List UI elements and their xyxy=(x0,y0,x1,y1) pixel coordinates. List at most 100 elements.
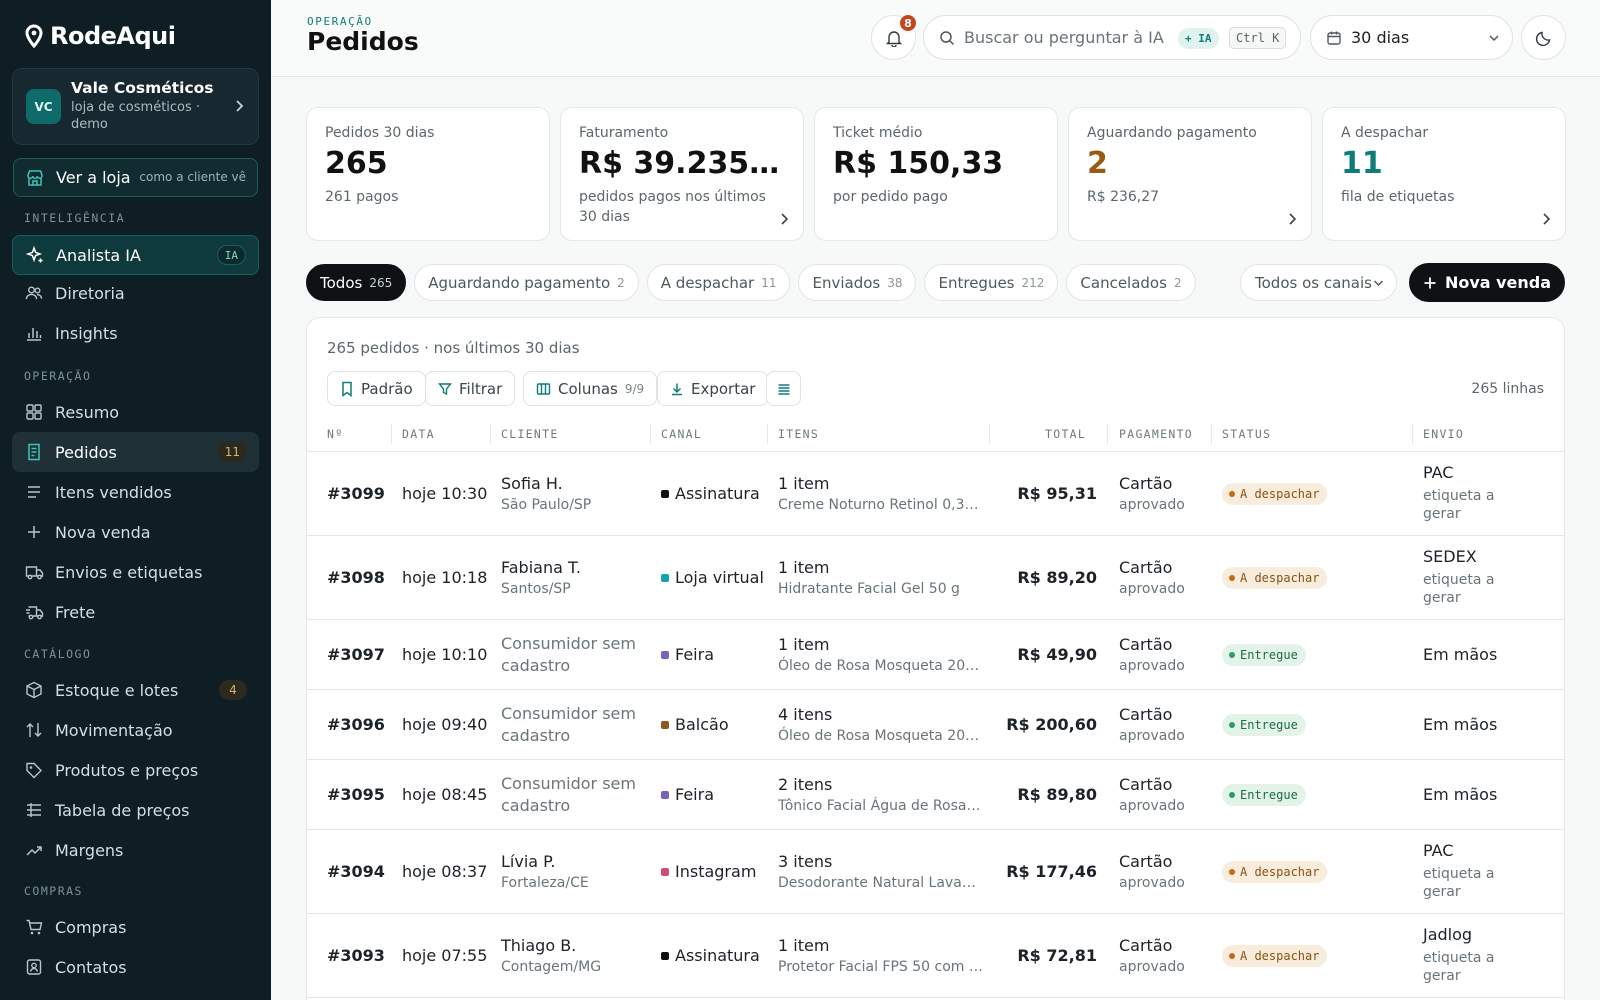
order-id[interactable]: #3094 xyxy=(327,861,385,883)
sidebar-item-analista-ia[interactable]: Analista IA IA xyxy=(12,235,259,275)
pedidos-count-badge: 11 xyxy=(217,442,247,462)
order-id[interactable]: #3093 xyxy=(327,945,385,967)
col-header-data[interactable]: DATA xyxy=(402,427,435,441)
shipping-cell: Jadlog etiqueta a gerar xyxy=(1423,924,1513,985)
col-header-canal[interactable]: CANAL xyxy=(661,427,702,441)
search-input[interactable]: Buscar ou perguntar à IA + IA Ctrl K xyxy=(923,15,1301,60)
kpi-value: R$ 150,33 xyxy=(833,146,1004,181)
store-switcher[interactable]: VC Vale Cosméticos loja de cosméticos · … xyxy=(12,68,259,145)
preset-button[interactable]: Padrão xyxy=(327,371,426,406)
sidebar-item-pedidos[interactable]: Pedidos 11 xyxy=(12,432,259,472)
order-id[interactable]: #3097 xyxy=(327,644,385,666)
brand-logo[interactable]: RodeAqui xyxy=(24,22,176,50)
store-avatar: VC xyxy=(26,89,61,124)
items-desc: Protetor Facial FPS 50 com c… xyxy=(778,959,983,975)
shipping-method: Jadlog xyxy=(1423,925,1473,944)
order-date: hoje 10:18 xyxy=(402,568,488,587)
status-dot xyxy=(1229,869,1235,875)
tab-a-despachar[interactable]: A despachar 11 xyxy=(646,264,791,301)
chevron-right-icon xyxy=(1287,212,1297,226)
ia-badge: IA xyxy=(216,245,246,265)
order-id[interactable]: #3096 xyxy=(327,714,385,736)
tab-aguardando-pagamento[interactable]: Aguardando pagamento 2 xyxy=(414,264,639,301)
payment-cell: Cartão aprovado xyxy=(1119,851,1209,893)
channel-filter-select[interactable]: Todos os canais xyxy=(1240,264,1397,301)
table-row[interactable]: #3095 hoje 08:45 Consumidor sem cadastro Fe… xyxy=(307,760,1564,830)
sidebar-item-produtos[interactable]: Produtos e preços xyxy=(12,750,259,790)
sidebar-item-movimentacao[interactable]: Movimentação xyxy=(12,710,259,750)
plus-icon xyxy=(1423,276,1437,290)
columns-button[interactable]: Colunas 9/9 xyxy=(523,371,658,406)
chevron-down-icon xyxy=(1373,280,1384,287)
sidebar-item-insights[interactable]: Insights xyxy=(12,313,259,353)
sidebar-item-itens-vendidos[interactable]: Itens vendidos xyxy=(12,472,259,512)
grid-icon xyxy=(12,403,54,421)
orders-panel: 265 pedidos · nos últimos 30 dias Padrão… xyxy=(306,317,1565,1000)
col-header-pagamento[interactable]: PAGAMENTO xyxy=(1119,427,1193,441)
notifications-button[interactable]: 8 xyxy=(871,13,918,60)
shipping-status: etiqueta a gerar xyxy=(1423,488,1495,522)
order-id[interactable]: #3095 xyxy=(327,784,385,806)
shipping-cell: PAC etiqueta a gerar xyxy=(1423,840,1513,901)
table-row[interactable]: #3093 hoje 07:55 Thiago B. Contagem/MG Assin… xyxy=(307,914,1564,998)
sidebar-item-contatos[interactable]: Contatos xyxy=(12,947,259,987)
table-row[interactable]: #3096 hoje 09:40 Consumidor sem cadastro Ba… xyxy=(307,690,1564,760)
table-row[interactable]: #3099 hoje 10:30 Sofia H. São Paulo/SP Assin… xyxy=(307,452,1564,536)
sidebar: RodeAqui VC Vale Cosméticos loja de cosm… xyxy=(0,0,271,1000)
kpi-card-faturamento[interactable]: Faturamento R$ 39.235,… pedidos pagos no… xyxy=(560,107,804,241)
theme-toggle-button[interactable] xyxy=(1521,15,1566,60)
items-cell: 1 item Óleo de Rosa Mosqueta 20 ml xyxy=(778,634,983,676)
col-divider xyxy=(767,424,768,444)
col-header-itens[interactable]: ITENS xyxy=(778,427,819,441)
see-shop-button[interactable]: Ver a loja como a cliente vê xyxy=(13,158,258,197)
chevron-right-icon xyxy=(234,99,244,113)
client-name: Sofia H. xyxy=(501,474,563,493)
sidebar-item-nova-venda[interactable]: Nova venda xyxy=(12,512,259,552)
sidebar-item-margens[interactable]: Margens xyxy=(12,830,259,870)
kpi-card-despachar[interactable]: A despachar 11 fila de etiquetas xyxy=(1322,107,1566,241)
table-row[interactable]: #3094 hoje 08:37 Lívia P. Fortaleza/CE Insta… xyxy=(307,830,1564,914)
col-header-cliente[interactable]: CLIENTE xyxy=(501,427,559,441)
col-header-total[interactable]: TOTAL xyxy=(1045,427,1086,441)
status-label: Entregue xyxy=(1240,788,1298,802)
section-purchases: COMPRAS xyxy=(24,884,83,898)
col-header-status[interactable]: STATUS xyxy=(1222,427,1271,441)
sidebar-item-estoque[interactable]: Estoque e lotes 4 xyxy=(12,670,259,710)
order-date: hoje 07:55 xyxy=(402,946,488,965)
kpi-card-pedidos: Pedidos 30 dias 265 261 pagos xyxy=(306,107,550,241)
sidebar-item-resumo[interactable]: Resumo xyxy=(12,392,259,432)
kpi-card-aguardando[interactable]: Aguardando pagamento 2 R$ 236,27 xyxy=(1068,107,1312,241)
order-id[interactable]: #3099 xyxy=(327,483,385,505)
order-date: hoje 09:40 xyxy=(402,715,488,734)
status-label: A despachar xyxy=(1240,949,1320,963)
status-badge: A despachar xyxy=(1222,945,1328,967)
client-cell: Sofia H. São Paulo/SP xyxy=(501,473,651,515)
tab-cancelados[interactable]: Cancelados 2 xyxy=(1066,264,1196,301)
sidebar-item-tabela-precos[interactable]: Tabela de preços xyxy=(12,790,259,830)
sidebar-item-frete[interactable]: Frete xyxy=(12,592,259,632)
sidebar-item-diretoria[interactable]: Diretoria xyxy=(12,273,259,313)
tab-todos[interactable]: Todos 265 xyxy=(306,264,407,301)
col-header-envio[interactable]: ENVIO xyxy=(1423,427,1464,441)
date-range-value: 30 dias xyxy=(1351,28,1410,47)
filter-button[interactable]: Filtrar xyxy=(425,371,516,406)
tab-enviados[interactable]: Enviados 38 xyxy=(798,264,917,301)
new-sale-button[interactable]: Nova venda xyxy=(1409,263,1565,302)
col-header-numero[interactable]: Nº xyxy=(327,427,343,441)
sidebar-item-compras[interactable]: Compras xyxy=(12,907,259,947)
channel-cell: Instagram xyxy=(661,861,771,883)
shipping-status: etiqueta a gerar xyxy=(1423,866,1495,900)
export-button[interactable]: Exportar xyxy=(657,371,769,406)
table-row[interactable]: #3097 hoje 10:10 Consumidor sem cadastro Fe… xyxy=(307,620,1564,690)
payment-status: aprovado xyxy=(1119,497,1185,513)
order-id[interactable]: #3098 xyxy=(327,567,385,589)
truck-icon xyxy=(12,563,54,581)
tab-entregues[interactable]: Entregues 212 xyxy=(924,264,1059,301)
date-range-select[interactable]: 30 dias xyxy=(1310,15,1513,60)
see-shop-label: Ver a loja xyxy=(56,168,131,187)
status-label: A despachar xyxy=(1240,571,1320,585)
density-button[interactable] xyxy=(766,371,801,406)
sidebar-item-envios[interactable]: Envios e etiquetas xyxy=(12,552,259,592)
table-row[interactable]: #3098 hoje 10:18 Fabiana T. Santos/SP Loja v… xyxy=(307,536,1564,620)
client-name: Lívia P. xyxy=(501,852,556,871)
